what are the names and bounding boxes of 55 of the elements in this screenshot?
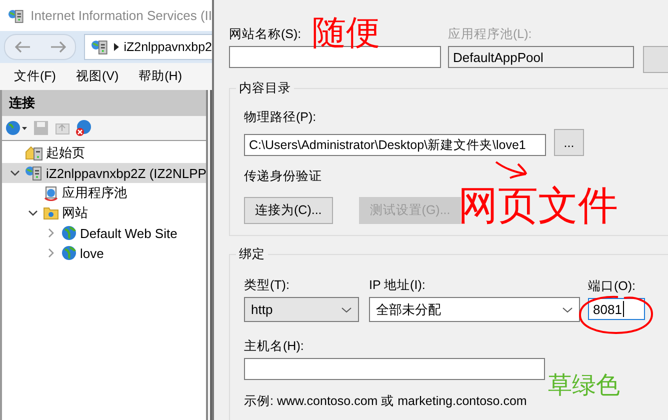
field-label: IP 地址(I): xyxy=(369,277,426,294)
app-icon xyxy=(8,8,25,24)
group-title: 绑定 xyxy=(236,246,268,263)
tree-item[interactable]: 起始页 xyxy=(2,143,206,163)
tree-item-label: love xyxy=(80,246,104,260)
window-title: Internet Information Services (II xyxy=(30,8,212,23)
back-icon[interactable] xyxy=(14,41,30,53)
tree-item[interactable]: Default Web Site xyxy=(2,223,206,243)
globe-icon xyxy=(61,225,77,241)
app-pool-icon xyxy=(43,185,59,201)
server-icon xyxy=(25,165,43,181)
menu-item[interactable]: 文件(F) xyxy=(14,68,56,85)
tree-item-label: 应用程序池 xyxy=(62,184,127,202)
home-server-icon xyxy=(25,145,43,161)
ip-dropdown[interactable]: 全部未分配 xyxy=(369,297,580,322)
browse-button[interactable]: ... xyxy=(554,129,584,156)
field-label: 网站名称(S): xyxy=(229,26,302,43)
tree-item[interactable]: love xyxy=(2,243,206,263)
tree-item-label: 网站 xyxy=(62,204,88,222)
tree-item[interactable]: 应用程序池 xyxy=(2,183,206,203)
globe-icon xyxy=(61,245,77,261)
forward-icon[interactable] xyxy=(50,41,66,53)
globe-connect-icon[interactable] xyxy=(5,120,29,136)
field-label: 应用程序池(L): xyxy=(448,26,532,43)
handwritten-note: 草绿色 xyxy=(548,374,620,398)
group-title: 内容目录 xyxy=(236,80,294,97)
breadcrumb-arrow-icon xyxy=(114,43,119,51)
handwritten-note: 随便 xyxy=(312,16,380,50)
field-label: 主机名(H): xyxy=(244,338,304,355)
tree-item-label: 起始页 xyxy=(46,144,85,162)
section-label: 传递身份验证 xyxy=(244,168,322,185)
dropdown-caret-icon xyxy=(341,306,352,312)
save-icon[interactable] xyxy=(33,120,49,136)
chevron-down-icon[interactable] xyxy=(10,170,20,176)
field-label: 端口(O): xyxy=(588,278,636,295)
port-field[interactable]: 8081 xyxy=(588,298,645,320)
chevron-down-icon[interactable] xyxy=(28,210,38,216)
example-text: 示例: www.contoso.com 或 marketing.contoso.com xyxy=(244,393,527,410)
server-icon xyxy=(91,39,109,55)
tree-item[interactable]: 网站 xyxy=(2,203,206,223)
globe-disconnect-icon[interactable] xyxy=(75,119,93,137)
tree-item-label: Default Web Site xyxy=(80,226,178,240)
tree-item-label: iZ2nlppavnxbp2Z (IZ2NLPP xyxy=(46,166,206,180)
path-field[interactable]: C:\Users\Administrator\Desktop\新建文件夹\love1 xyxy=(244,134,546,156)
dropdown-caret-icon xyxy=(562,306,573,312)
folder-icon xyxy=(43,206,59,220)
host-name-field[interactable] xyxy=(244,358,545,380)
panel-title: 连接 xyxy=(2,90,206,116)
dialog-button[interactable]: 连接为(C)... xyxy=(244,197,333,224)
menu-item[interactable]: 视图(V) xyxy=(76,68,119,85)
tree-item[interactable]: iZ2nlppavnxbp2Z (IZ2NLPP xyxy=(2,163,206,183)
field-label: 类型(T): xyxy=(244,277,290,294)
menu-item[interactable]: 帮助(H) xyxy=(138,68,182,85)
field-label: 物理路径(P): xyxy=(244,109,316,126)
type-dropdown[interactable]: http xyxy=(244,297,359,322)
